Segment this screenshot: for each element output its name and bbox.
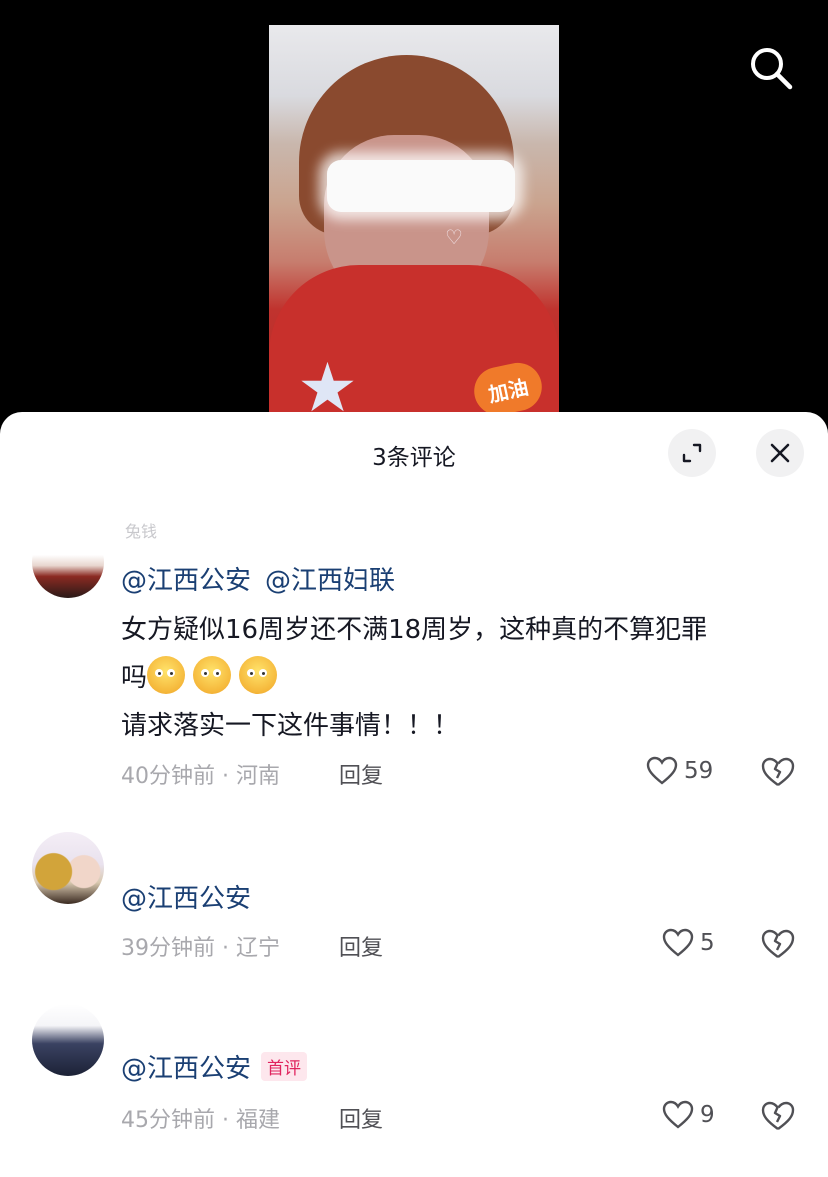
reply-button[interactable]: 回复	[339, 758, 383, 790]
comment-text-line: 请求落实一下这件事情！！！	[121, 711, 460, 741]
heart-icon	[662, 928, 694, 957]
like-count: 9	[700, 1102, 715, 1128]
mention-line: @江西公安 @江西妇联	[121, 560, 409, 597]
broken-heart-icon	[761, 929, 795, 958]
like-count: 5	[700, 930, 715, 956]
comment-text: 女方疑似16周岁还不满18周岁，这种真的不算犯罪 吗 请求落实一下这件事情！！！	[121, 606, 801, 750]
reply-button[interactable]: 回复	[339, 1102, 383, 1134]
mention-link[interactable]: @江西公安	[121, 1054, 251, 1084]
comment-sheet: 3条评论 兔钱 @江西公安 @江西妇联 女方疑似16周岁还不满18周岁，这种真的不…	[0, 412, 828, 1177]
star-sticker-icon: ★	[297, 349, 358, 421]
like-count: 59	[684, 758, 714, 784]
avatar[interactable]	[32, 1004, 104, 1076]
reply-button[interactable]: 回复	[339, 930, 383, 962]
comment-meta: 39分钟前 · 辽宁	[121, 936, 280, 961]
avatar[interactable]	[32, 526, 104, 598]
like-button[interactable]: 9	[662, 1100, 715, 1130]
search-icon[interactable]	[748, 45, 794, 91]
heart-icon	[662, 1100, 694, 1129]
mention-link[interactable]: @江西公安	[121, 884, 251, 914]
like-button[interactable]: 59	[646, 756, 713, 786]
first-comment-badge: 首评	[261, 1052, 308, 1081]
video-area[interactable]: ♡ ★ 加油	[0, 0, 828, 430]
heart-sticker-icon: ♡	[445, 225, 463, 249]
dislike-button[interactable]	[760, 1100, 796, 1136]
expand-icon	[682, 443, 702, 463]
emoji-icon	[239, 656, 278, 694]
comment-text-line: 吗	[121, 654, 801, 702]
dislike-button[interactable]	[760, 756, 796, 792]
mention-link[interactable]: @江西妇联	[265, 566, 395, 596]
heart-icon	[646, 756, 678, 785]
broken-heart-icon	[761, 757, 795, 786]
dislike-button[interactable]	[760, 928, 796, 964]
expand-button[interactable]	[668, 429, 716, 477]
emoji-icon	[193, 656, 232, 694]
comment-meta: 45分钟前 · 福建	[121, 1108, 280, 1133]
emoji-icon	[147, 656, 186, 694]
comment-meta: 40分钟前 · 河南	[121, 764, 280, 789]
comment-username[interactable]: 兔钱	[125, 518, 157, 542]
censor-bar	[327, 160, 515, 212]
mention-line: @江西公安	[121, 878, 265, 915]
close-button[interactable]	[756, 429, 804, 477]
mention-link[interactable]: @江西公安	[121, 566, 251, 596]
mention-line: @江西公安 首评	[121, 1048, 308, 1085]
comment-text-fragment: 吗	[121, 663, 148, 693]
video-frame[interactable]: ♡ ★ 加油	[269, 25, 559, 420]
comment-text-line: 女方疑似16周岁还不满18周岁，这种真的不算犯罪	[121, 615, 708, 645]
avatar[interactable]	[32, 832, 104, 904]
close-icon	[770, 443, 790, 463]
like-button[interactable]: 5	[662, 928, 715, 958]
broken-heart-icon	[761, 1101, 795, 1130]
